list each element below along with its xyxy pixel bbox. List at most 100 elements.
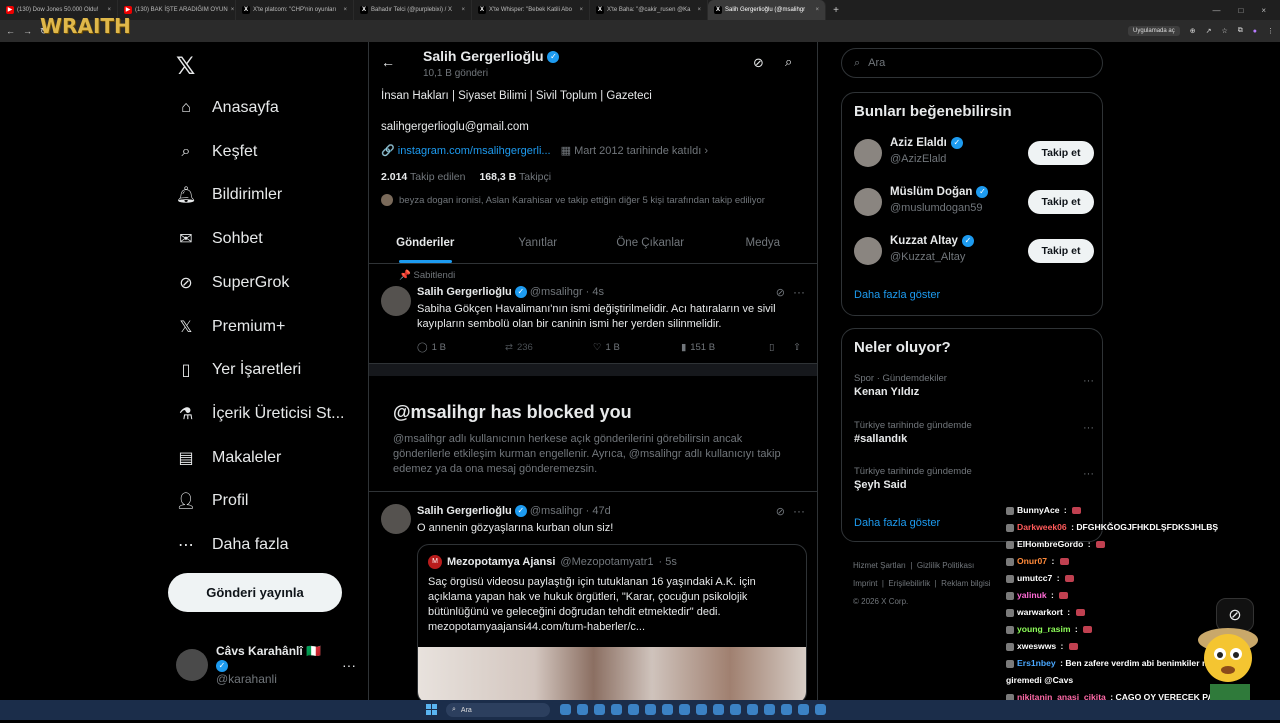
footer-link[interactable]: Erişilebilirlik bbox=[888, 579, 930, 588]
show-more-suggestions-link[interactable]: Daha fazla göster bbox=[854, 289, 940, 301]
app-icon[interactable] bbox=[662, 704, 673, 715]
bookmark-icon[interactable]: ▯ bbox=[769, 342, 793, 353]
follow-button[interactable]: Takip et bbox=[1028, 190, 1094, 214]
new-tab-icon[interactable]: + bbox=[826, 5, 846, 16]
more-dots-icon[interactable]: ··· bbox=[793, 285, 805, 299]
close-icon[interactable]: × bbox=[231, 7, 235, 13]
profile-link[interactable]: instagram.com/msalihgergerli... bbox=[398, 145, 551, 157]
app-icon[interactable] bbox=[781, 704, 792, 715]
footer-link[interactable]: Imprint bbox=[853, 579, 877, 588]
close-icon[interactable]: × bbox=[815, 7, 819, 13]
quoted-tweet[interactable]: M Mezopotamya Ajansi @Mezopotamyatr1 · 5s… bbox=[417, 544, 807, 700]
app-icon[interactable] bbox=[764, 704, 775, 715]
suggestion-row[interactable]: Kuzzat Altay ✓ @Kuzzat_Altay Takip et bbox=[854, 233, 1094, 273]
app-icon[interactable] bbox=[645, 704, 656, 715]
back-arrow-icon[interactable]: ← bbox=[381, 54, 395, 70]
close-icon[interactable]: × bbox=[579, 7, 583, 13]
footer-link[interactable]: Gizlilik Politikası bbox=[917, 561, 974, 570]
star-icon[interactable]: ☆ bbox=[1221, 27, 1227, 35]
quoted-author-name[interactable]: Mezopotamya Ajansi bbox=[447, 556, 555, 568]
follow-button[interactable]: Takip et bbox=[1028, 141, 1094, 165]
more-dots-icon[interactable]: ··· bbox=[1083, 375, 1094, 387]
following-link[interactable]: 2.014 Takip edilen bbox=[381, 171, 465, 183]
app-icon[interactable] bbox=[747, 704, 758, 715]
tweet-handle[interactable]: @msalihgr bbox=[530, 286, 583, 298]
tweet-time[interactable]: · 47d bbox=[586, 505, 611, 517]
more-dots-icon[interactable]: ··· bbox=[793, 504, 805, 518]
avatar[interactable] bbox=[381, 286, 411, 316]
followers-link[interactable]: 168,3 B Takipçi bbox=[479, 171, 551, 183]
close-icon[interactable]: × bbox=[697, 7, 701, 13]
trend-item[interactable]: Spor · Gündemdekiler Kenan Yıldız ··· bbox=[854, 373, 1094, 398]
app-icon[interactable] bbox=[594, 704, 605, 715]
nav-item-bookmark[interactable]: ▯ Yer İşaretleri bbox=[176, 360, 302, 380]
share-icon[interactable]: ↗ bbox=[1206, 27, 1212, 35]
nav-item-flask[interactable]: ⚗ İçerik Üreticisi St... bbox=[176, 404, 345, 424]
maximize-icon[interactable]: □ bbox=[1238, 6, 1243, 15]
close-icon[interactable]: × bbox=[107, 7, 111, 13]
avatar[interactable] bbox=[854, 139, 882, 167]
repost-button[interactable]: ⇄ 236 bbox=[505, 342, 593, 353]
footer-link[interactable]: Reklam bilgisi bbox=[941, 579, 990, 588]
profile-icon[interactable]: ● bbox=[1253, 28, 1257, 35]
tweet-author-name[interactable]: Salih Gergerlioğlu bbox=[417, 505, 512, 517]
app-icon[interactable] bbox=[577, 704, 588, 715]
views-button[interactable]: ▮ 151 B bbox=[681, 342, 769, 353]
minimize-icon[interactable]: — bbox=[1212, 6, 1220, 15]
nav-item-home[interactable]: ⌂ Anasayfa bbox=[176, 98, 279, 118]
windows-start-icon[interactable] bbox=[426, 704, 437, 715]
zoom-icon[interactable]: ⊕ bbox=[1190, 27, 1196, 35]
account-switcher[interactable]: Câvs Karahânlî 🇮🇹 ✓ @karahanli ··· bbox=[176, 644, 356, 686]
known-followers[interactable]: beyza dogan ironisi, Aslan Karahisar ve … bbox=[381, 194, 765, 206]
browser-tab[interactable]: X X'te Whisper: "Bebek Katili Abo × bbox=[472, 0, 590, 20]
app-icon[interactable] bbox=[611, 704, 622, 715]
app-icon[interactable] bbox=[798, 704, 809, 715]
tab-1[interactable]: Yanıtlar bbox=[482, 222, 595, 263]
browser-tab[interactable]: X Salih Gergerlioğlu (@msalihgr × bbox=[708, 0, 826, 20]
app-icon[interactable] bbox=[730, 704, 741, 715]
tab-0[interactable]: Gönderiler bbox=[369, 222, 482, 263]
app-icon[interactable] bbox=[679, 704, 690, 715]
pinned-tweet[interactable]: 📌 Sabitlendi Salih Gergerlioğlu ✓ @msali… bbox=[369, 264, 817, 364]
avatar[interactable] bbox=[381, 504, 411, 534]
search-icon[interactable]: ⌕ bbox=[785, 54, 792, 70]
post-button[interactable]: Gönderi yayınla bbox=[168, 573, 342, 612]
app-icon[interactable] bbox=[628, 704, 639, 715]
browser-tab[interactable]: X X'te Baha: "@cakir_rusen @Ka × bbox=[590, 0, 708, 20]
nav-item-x[interactable]: 𝕏 Premium+ bbox=[176, 317, 286, 337]
avatar[interactable] bbox=[854, 188, 882, 216]
grok-icon[interactable]: ⊘ bbox=[753, 55, 764, 71]
more-dots-icon[interactable]: ··· bbox=[1083, 422, 1094, 434]
browser-tab[interactable]: ▶ (130) BAK İŞTE ARADIĞIM OYUN × bbox=[118, 0, 236, 20]
app-icon[interactable] bbox=[696, 704, 707, 715]
x-logo-icon[interactable]: 𝕏 bbox=[176, 52, 195, 81]
nav-item-article[interactable]: ▤ Makaleler bbox=[176, 448, 281, 468]
follow-button[interactable]: Takip et bbox=[1028, 239, 1094, 263]
quoted-media-image[interactable] bbox=[418, 647, 806, 700]
suggestion-row[interactable]: Aziz Elaldı ✓ @AzizElald Takip et bbox=[854, 135, 1094, 175]
share-icon[interactable]: ⇧ bbox=[793, 342, 801, 353]
browser-tab[interactable]: X X'te platcom: "CHP'nin oyunları × bbox=[236, 0, 354, 20]
close-window-icon[interactable]: × bbox=[1261, 6, 1266, 15]
nav-item-person[interactable]: 👤︎ Profil bbox=[176, 491, 249, 511]
reply-button[interactable]: ◯ 1 B bbox=[417, 342, 505, 353]
more-dots-icon[interactable]: ··· bbox=[342, 657, 356, 673]
app-icon[interactable] bbox=[815, 704, 826, 715]
tab-3[interactable]: Medya bbox=[707, 222, 818, 263]
tweet-handle[interactable]: @msalihgr bbox=[530, 505, 583, 517]
footer-link[interactable]: Hizmet Şartları bbox=[853, 561, 906, 570]
chevron-right-icon[interactable]: › bbox=[704, 145, 708, 157]
nav-item-more-circle[interactable]: ⋯ Daha fazla bbox=[176, 535, 289, 555]
trend-item[interactable]: Türkiye tarihinde gündemde #sallandık ··· bbox=[854, 420, 1094, 445]
nav-item-grok[interactable]: ⊘ SuperGrok bbox=[176, 273, 289, 293]
open-in-app-button[interactable]: Uygulamada aç bbox=[1128, 26, 1180, 36]
menu-icon[interactable]: ⋮ bbox=[1267, 27, 1274, 35]
back-icon[interactable]: ← bbox=[6, 26, 15, 36]
like-button[interactable]: ♡ 1 B bbox=[593, 342, 681, 353]
close-icon[interactable]: × bbox=[343, 7, 347, 13]
close-icon[interactable]: × bbox=[461, 7, 465, 13]
search-input[interactable]: ⌕ Ara bbox=[841, 48, 1103, 78]
extensions-icon[interactable]: ⧉ bbox=[1238, 27, 1243, 35]
taskbar-search[interactable]: ⌕ Ara bbox=[446, 703, 550, 717]
nav-item-search[interactable]: ⌕ Keşfet bbox=[176, 142, 258, 162]
